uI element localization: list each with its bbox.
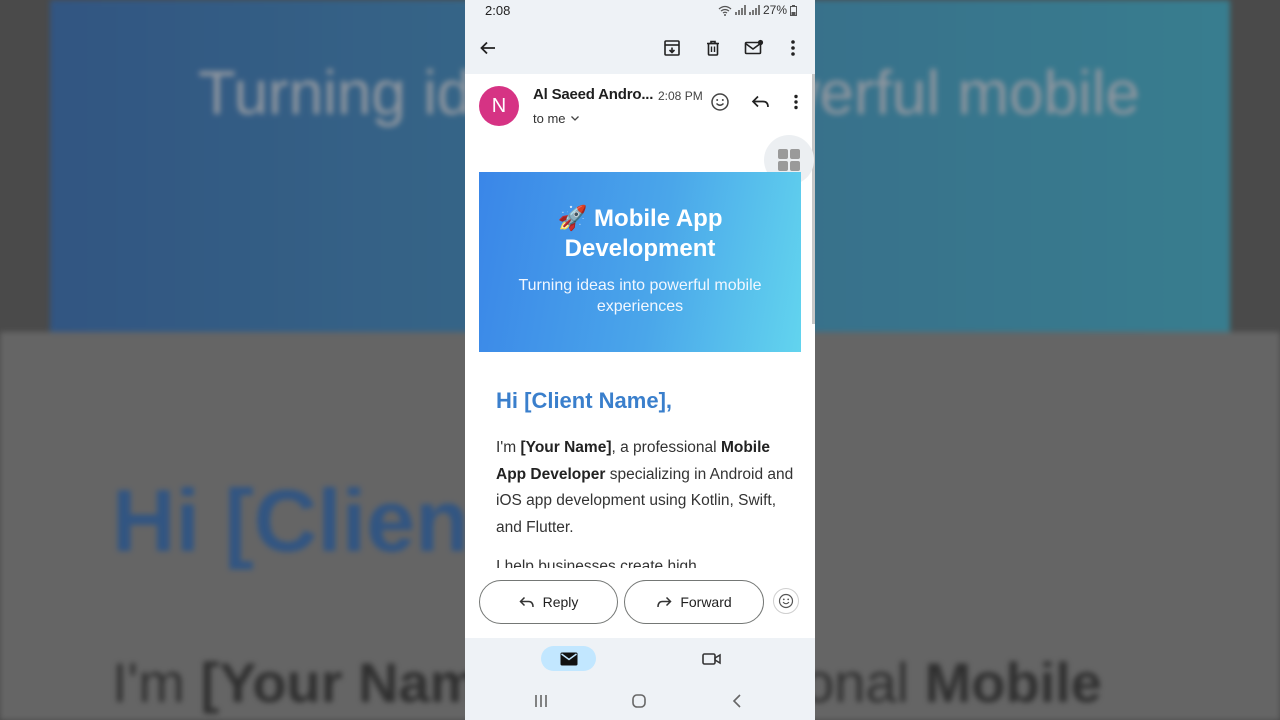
reply-arrow-icon	[519, 596, 534, 607]
mail-icon	[560, 652, 577, 665]
banner-title-line-1: 🚀 Mobile App	[557, 205, 723, 232]
arrow-back-icon[interactable]	[474, 34, 502, 62]
video-camera-icon	[702, 652, 721, 665]
signal-icon	[734, 5, 746, 15]
phone-screen: 2:08 27% N Al Saeed Andro... 2:08 PM to …	[465, 0, 815, 720]
banner-title-line-2: Development	[564, 235, 716, 262]
battery-icon	[790, 4, 797, 16]
avatar[interactable]: N	[479, 86, 519, 126]
forward-button[interactable]: Forward	[624, 580, 764, 624]
chevron-down-icon	[570, 116, 579, 121]
banner-title: 🚀 Mobile App Development	[479, 204, 801, 264]
trash-icon[interactable]	[699, 34, 727, 62]
more-vert-icon[interactable]	[779, 34, 807, 62]
banner-subtitle-line-2: experiences	[596, 298, 684, 315]
background-body-bold-2: Mobile	[924, 651, 1102, 714]
archive-icon[interactable]	[658, 34, 686, 62]
emoji-icon	[778, 593, 794, 609]
reply-icon[interactable]	[749, 90, 773, 114]
home-icon[interactable]	[627, 690, 651, 712]
forward-label: Forward	[680, 594, 732, 610]
email-actions: Reply Forward	[465, 568, 815, 638]
system-navigation-bar	[465, 682, 815, 720]
recipient-label: to me	[533, 111, 566, 126]
email-toolbar	[465, 22, 815, 74]
paragraph-bold-name: [Your Name]	[520, 439, 612, 456]
battery-percent: 27%	[762, 3, 787, 17]
recent-apps-icon[interactable]	[529, 690, 553, 712]
status-indicators: 27%	[718, 3, 797, 17]
background-body-text-1: I'm	[112, 651, 201, 714]
status-bar: 2:08 27%	[465, 0, 815, 22]
email-paragraph: I'm [Your Name], a professional Mobile A…	[496, 435, 796, 541]
message-more-icon[interactable]	[784, 90, 808, 114]
nav-meet-tab[interactable]	[699, 646, 725, 671]
reply-label: Reply	[542, 594, 579, 610]
forward-arrow-icon	[657, 596, 672, 607]
nav-mail-tab[interactable]	[541, 646, 596, 671]
signal-icon-2	[748, 5, 760, 15]
email-content[interactable]: N Al Saeed Andro... 2:08 PM to me 🚀 Mobi…	[465, 74, 815, 568]
paragraph-text-1: I'm	[496, 439, 521, 456]
reply-button[interactable]: Reply	[479, 580, 618, 624]
wifi-icon	[718, 5, 732, 16]
screen-stage: Turning ideas into powerful mobile Hi [C…	[0, 0, 1280, 720]
banner-subtitle-line-1: Turning ideas into powerful mobile	[518, 277, 762, 294]
sender-name[interactable]: Al Saeed Andro...	[533, 86, 653, 103]
email-greeting: Hi [Client Name],	[496, 388, 673, 413]
paragraph-text-2: , a professional	[611, 439, 721, 456]
email-time: 2:08 PM	[658, 89, 703, 103]
banner-subtitle: Turning ideas into powerful mobile exper…	[479, 275, 801, 317]
add-reaction-icon[interactable]	[708, 90, 732, 114]
emoji-reaction-button[interactable]	[773, 588, 799, 614]
bottom-navigation	[465, 638, 815, 682]
system-back-icon[interactable]	[725, 690, 749, 712]
scrollbar[interactable]	[812, 74, 815, 324]
email-banner: 🚀 Mobile App Development Turning ideas i…	[479, 172, 801, 352]
mail-unread-icon[interactable]	[740, 34, 768, 62]
recipient-details[interactable]: to me	[533, 111, 580, 126]
email-paragraph-2: I help businesses create high	[496, 558, 697, 568]
status-time: 2:08	[485, 3, 511, 18]
